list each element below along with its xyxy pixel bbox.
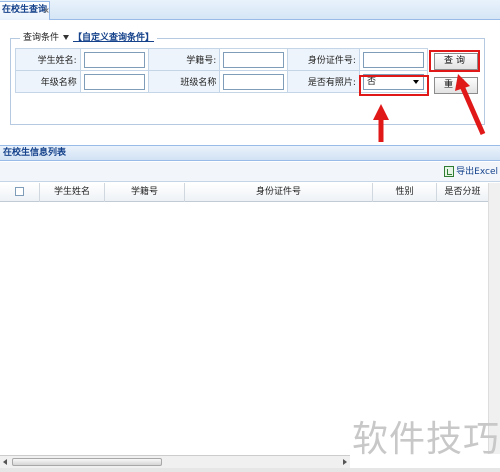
column-header-class-assigned[interactable]: 是否分班 xyxy=(437,183,488,202)
tab-label: 在校生查询 xyxy=(2,5,48,15)
list-toolbar: 导出Excel xyxy=(0,162,500,182)
tab-bar: 在校生查询 × xyxy=(0,0,500,20)
photo-label: 是否有照片: xyxy=(287,70,360,93)
horizontal-scrollbar[interactable] xyxy=(0,455,350,468)
grade-input[interactable] xyxy=(83,73,145,90)
export-label: 导出Excel xyxy=(456,167,498,177)
id-no-label: 身份证件号: xyxy=(287,48,360,71)
class-label: 班级名称 xyxy=(147,70,221,93)
reset-button[interactable]: 重置 xyxy=(434,77,478,94)
id-no-input[interactable] xyxy=(362,51,424,68)
list-title: 在校生信息列表 xyxy=(0,145,500,161)
select-all-checkbox[interactable] xyxy=(15,187,24,196)
custom-query-link[interactable]: 【自定义查询条件】 xyxy=(73,33,154,43)
search-highlight-box xyxy=(429,50,480,72)
class-input[interactable] xyxy=(223,73,285,90)
student-name-input[interactable] xyxy=(83,51,145,68)
watermark: 软件技巧 xyxy=(352,419,500,460)
student-no-input[interactable] xyxy=(223,51,285,68)
query-legend[interactable]: 查询条件 【自定义查询条件】 xyxy=(20,32,158,45)
student-name-label: 学生姓名: xyxy=(15,48,81,71)
bottom-strip xyxy=(0,468,500,472)
chevron-down-icon[interactable] xyxy=(63,34,70,40)
column-header-row: 学生姓名 学籍号 身份证件号 性别 是否分班 xyxy=(0,183,500,202)
excel-icon xyxy=(444,166,455,177)
column-header-id-no[interactable]: 身份证件号 xyxy=(185,183,373,202)
photo-select-highlight-box xyxy=(359,75,429,96)
scroll-right-icon[interactable] xyxy=(343,459,347,465)
column-header-student-no[interactable]: 学籍号 xyxy=(105,183,185,202)
close-icon[interactable]: × xyxy=(43,2,50,19)
column-header-student-name[interactable]: 学生姓名 xyxy=(40,183,105,202)
tab-student-query[interactable]: 在校生查询 × xyxy=(0,1,50,20)
student-no-label: 学籍号: xyxy=(147,48,221,71)
legend-label: 查询条件 xyxy=(23,33,60,43)
query-panel: 查询条件 【自定义查询条件】 学生姓名: 学籍号: 身份证件号: 年级名称 班级名… xyxy=(0,21,500,144)
select-all-cell xyxy=(0,183,40,202)
scroll-left-icon[interactable] xyxy=(3,459,7,465)
export-excel-button[interactable]: 导出Excel xyxy=(444,165,498,179)
grade-label: 年级名称 xyxy=(15,70,81,93)
column-header-gender[interactable]: 性别 xyxy=(373,183,437,202)
scroll-thumb[interactable] xyxy=(12,458,162,466)
